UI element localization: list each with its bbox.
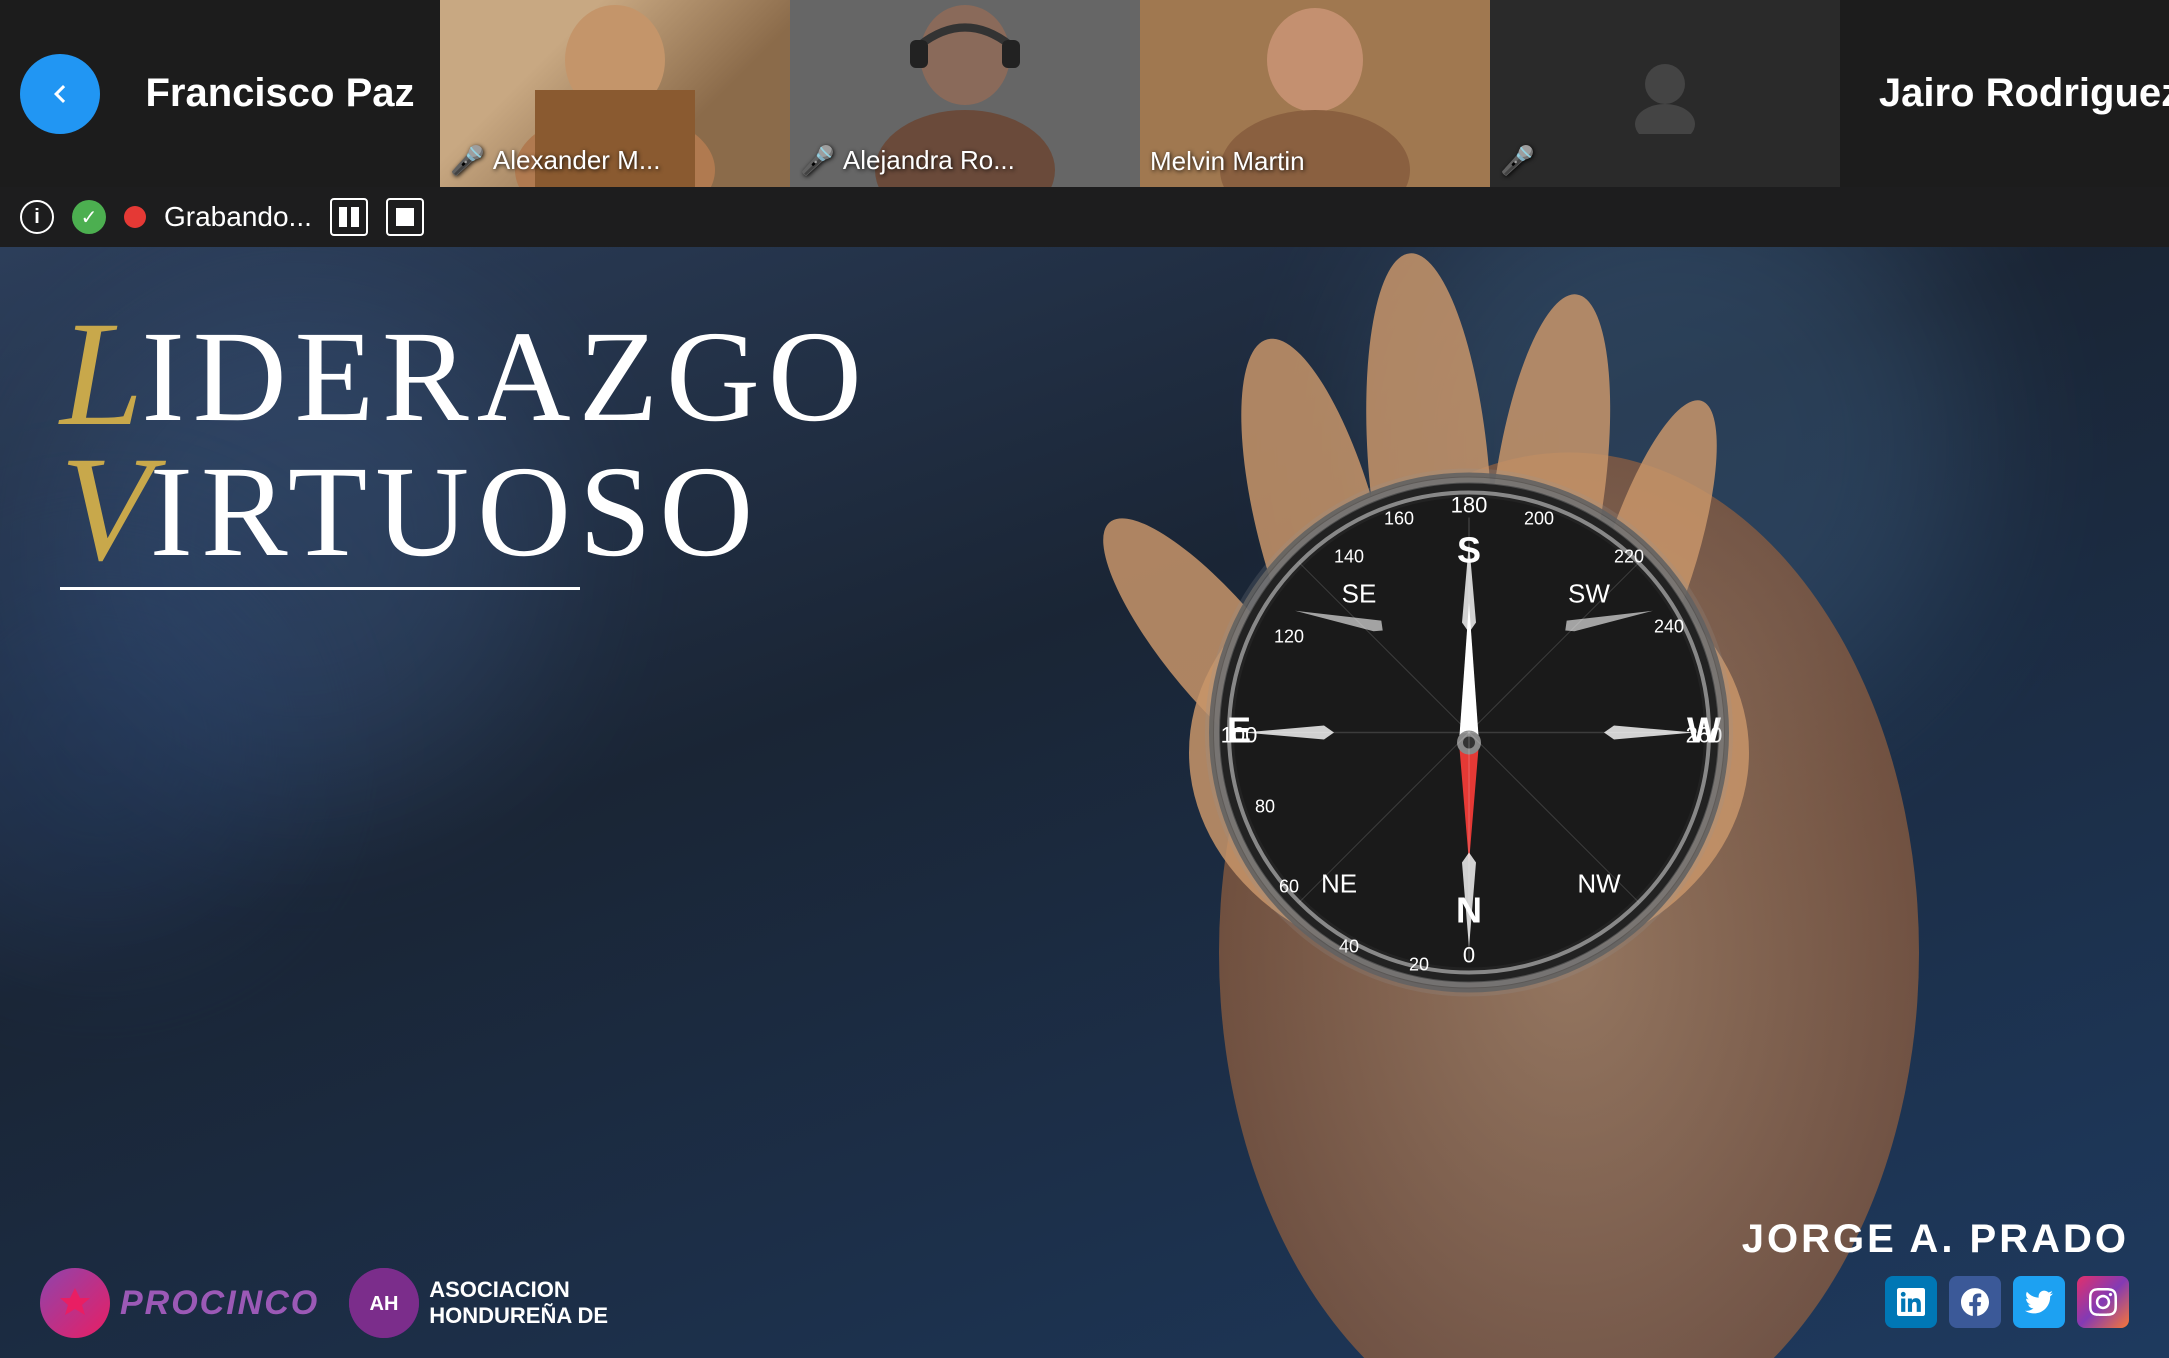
ahn-icon: AH bbox=[349, 1268, 419, 1338]
svg-text:120: 120 bbox=[1274, 627, 1304, 647]
logo-irtuoso-text: IRTUOSO bbox=[150, 447, 762, 577]
logo-iderazgo-text: IDERAZGO bbox=[141, 312, 869, 442]
participant-alex[interactable]: 🎤 Alexander M... bbox=[440, 0, 790, 187]
svg-text:200: 200 bbox=[1524, 509, 1554, 529]
jorge-prado-name: JORGE A. PRADO bbox=[1742, 1217, 2129, 1262]
instagram-icon[interactable] bbox=[2077, 1276, 2129, 1328]
svg-text:SE: SE bbox=[1342, 579, 1377, 609]
procinco-logo: PROCINCO bbox=[40, 1268, 319, 1338]
alex-mic-muted-icon: 🎤 bbox=[450, 144, 485, 177]
logo-liderazgo-virtuoso: L IDERAZGO V IRTUOSO bbox=[60, 307, 660, 590]
recording-dot bbox=[124, 206, 146, 228]
presenter-name: Francisco Paz bbox=[120, 71, 440, 116]
svg-text:180: 180 bbox=[1451, 493, 1488, 518]
svg-text:20: 20 bbox=[1409, 955, 1429, 975]
main-presentation-area: 180 0 100 260 160 200 220 240 140 120 80… bbox=[0, 247, 2169, 1358]
participant-unknown[interactable]: 🎤 bbox=[1490, 0, 1840, 187]
svg-text:80: 80 bbox=[1255, 797, 1275, 817]
svg-text:60: 60 bbox=[1279, 877, 1299, 897]
alejandra-label: 🎤 Alejandra Ro... bbox=[800, 144, 1015, 177]
unknown-mic-muted-icon: 🎤 bbox=[1500, 144, 1535, 177]
unknown-label: 🎤 bbox=[1500, 144, 1535, 177]
svg-text:W: W bbox=[1687, 710, 1721, 751]
bottom-right-info: JORGE A. PRADO bbox=[1742, 1217, 2129, 1328]
svg-text:AH: AH bbox=[370, 1293, 399, 1315]
logo-v-letter: V bbox=[60, 442, 160, 577]
bottom-logos: PROCINCO AH ASOCIACION HONDUREÑA DE bbox=[40, 1268, 608, 1338]
svg-text:240: 240 bbox=[1654, 617, 1684, 637]
logo-lv-container: L IDERAZGO V IRTUOSO bbox=[60, 307, 660, 577]
svg-text:160: 160 bbox=[1384, 509, 1414, 529]
alejandra-mic-muted-icon: 🎤 bbox=[800, 144, 835, 177]
prev-button[interactable] bbox=[20, 54, 100, 134]
ahn-text: ASOCIACION HONDUREÑA DE bbox=[429, 1277, 608, 1330]
participants-strip: 🎤 Alexander M... 🎤 Alejandra Ro... bbox=[440, 0, 1840, 187]
svg-text:140: 140 bbox=[1334, 547, 1364, 567]
procinco-text: PROCINCO bbox=[120, 1284, 319, 1323]
hand-compass-illustration: 180 0 100 260 160 200 220 240 140 120 80… bbox=[669, 247, 2169, 1358]
pause-recording-button[interactable] bbox=[330, 198, 368, 236]
info-icon[interactable]: i bbox=[20, 200, 54, 234]
logo-line1: L IDERAZGO bbox=[60, 307, 660, 442]
alex-label: 🎤 Alexander M... bbox=[450, 144, 661, 177]
ahn-logo: AH ASOCIACION HONDUREÑA DE bbox=[349, 1268, 608, 1338]
facebook-icon[interactable] bbox=[1949, 1276, 2001, 1328]
svg-text:SW: SW bbox=[1568, 579, 1610, 609]
svg-text:NW: NW bbox=[1577, 869, 1621, 899]
jairo-name: Jairo Rodriguez bbox=[1840, 71, 2169, 116]
svg-text:NE: NE bbox=[1321, 869, 1357, 899]
participant-melvin[interactable]: Melvin Martin bbox=[1140, 0, 1490, 187]
logo-line2: V IRTUOSO bbox=[60, 442, 660, 577]
participant-alejandra[interactable]: 🎤 Alejandra Ro... bbox=[790, 0, 1140, 187]
linkedin-icon[interactable] bbox=[1885, 1276, 1937, 1328]
svg-text:E: E bbox=[1227, 710, 1251, 751]
recording-text: Grabando... bbox=[164, 201, 312, 233]
melvin-label: Melvin Martin bbox=[1150, 146, 1305, 177]
shield-icon: ✓ bbox=[72, 200, 106, 234]
stop-recording-button[interactable] bbox=[386, 198, 424, 236]
procinco-icon bbox=[40, 1268, 110, 1338]
top-bar: Francisco Paz 🎤 Alexander M... bbox=[0, 0, 2169, 187]
recording-bar: i ✓ Grabando... bbox=[0, 187, 2169, 247]
social-icons-row bbox=[1885, 1276, 2129, 1328]
logo-l-letter: L bbox=[60, 307, 151, 442]
twitter-icon[interactable] bbox=[2013, 1276, 2065, 1328]
